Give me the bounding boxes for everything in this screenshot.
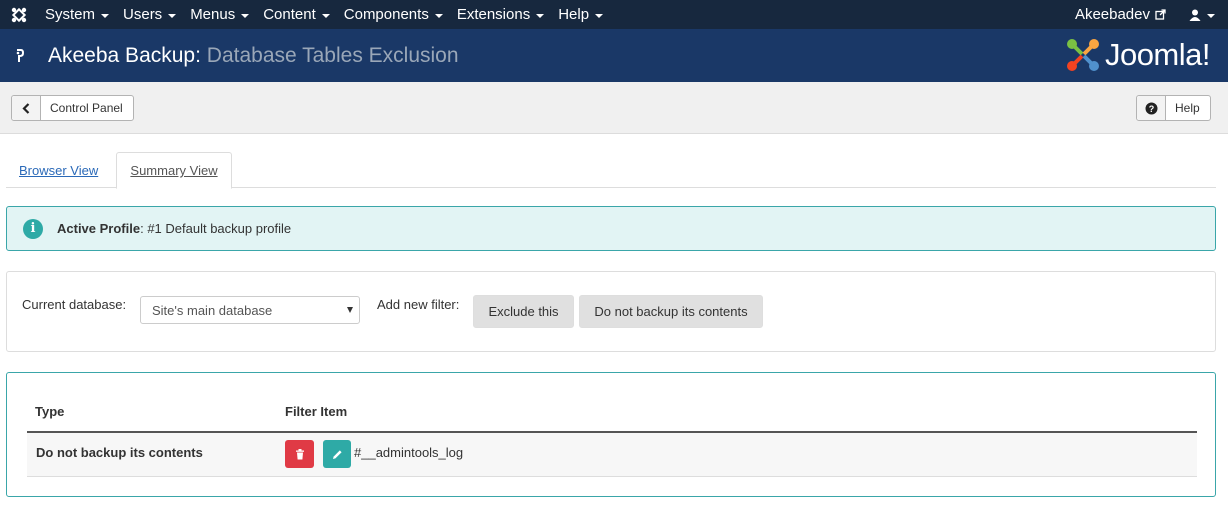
column-filter-item: Filter Item <box>285 404 348 419</box>
active-profile-alert: i Active Profile: #1 Default backup prof… <box>6 206 1216 251</box>
dropdown-arrow-icon <box>347 307 353 313</box>
filters-table-panel: Type Filter Item Do not backup its conte… <box>6 372 1216 497</box>
add-filter-label: Add new filter: <box>377 297 460 312</box>
menu-system[interactable]: System <box>38 0 116 29</box>
tab-summary-view[interactable]: Summary View <box>116 152 232 189</box>
user-icon <box>1189 9 1201 21</box>
table-row: Do not backup its contents #__admintools… <box>27 433 1197 477</box>
toolbar: Control Panel ? Help <box>0 82 1228 134</box>
top-menu-bar: System Users Menus Content Components Ex… <box>0 0 1228 29</box>
delete-filter-button[interactable] <box>285 440 314 468</box>
tab-browser-view[interactable]: Browser View <box>19 152 98 188</box>
akeeba-icon <box>0 48 38 63</box>
menu-content[interactable]: Content <box>256 0 337 29</box>
joomla-brand: Joomla! <box>1065 37 1211 73</box>
row-type: Do not backup its contents <box>36 445 203 460</box>
database-select[interactable]: Site's main database <box>140 296 360 324</box>
site-link[interactable]: Akeebadev <box>1065 6 1176 23</box>
active-profile-value: : #1 Default backup profile <box>140 221 292 236</box>
table-header: Type Filter Item <box>27 398 1197 433</box>
help-button[interactable]: ? Help <box>1136 95 1211 121</box>
row-filter-item: #__admintools_log <box>354 445 464 460</box>
control-panel-button[interactable]: Control Panel <box>11 95 134 121</box>
edit-filter-button[interactable] <box>323 440 351 468</box>
do-not-backup-button[interactable]: Do not backup its contents <box>579 295 763 328</box>
info-icon: i <box>23 218 43 239</box>
column-type: Type <box>35 404 65 419</box>
view-tabs: Browser View Summary View <box>6 152 1216 189</box>
menu-components[interactable]: Components <box>337 0 450 29</box>
filter-panel: Current database: Site's main database A… <box>6 271 1216 352</box>
svg-text:?: ? <box>1148 104 1154 114</box>
joomla-brand-icon <box>1066 39 1099 71</box>
page-title: Akeeba Backup: Database Tables Exclusion <box>48 43 459 67</box>
joomla-logo-icon[interactable] <box>0 0 38 29</box>
current-database-label: Current database: <box>22 297 127 312</box>
user-menu-button[interactable] <box>1176 9 1228 21</box>
menu-extensions[interactable]: Extensions <box>450 0 551 29</box>
trash-icon <box>295 448 304 459</box>
pencil-icon <box>332 449 342 459</box>
menu-users[interactable]: Users <box>116 0 183 29</box>
active-profile-label: Active Profile <box>57 221 141 236</box>
external-link-icon <box>1155 9 1166 20</box>
chevron-left-icon <box>12 96 41 120</box>
question-icon: ? <box>1137 96 1166 120</box>
exclude-this-button[interactable]: Exclude this <box>473 295 574 328</box>
title-bar: Akeeba Backup: Database Tables Exclusion… <box>0 29 1228 82</box>
menu-help[interactable]: Help <box>551 0 610 29</box>
menu-menus[interactable]: Menus <box>183 0 256 29</box>
